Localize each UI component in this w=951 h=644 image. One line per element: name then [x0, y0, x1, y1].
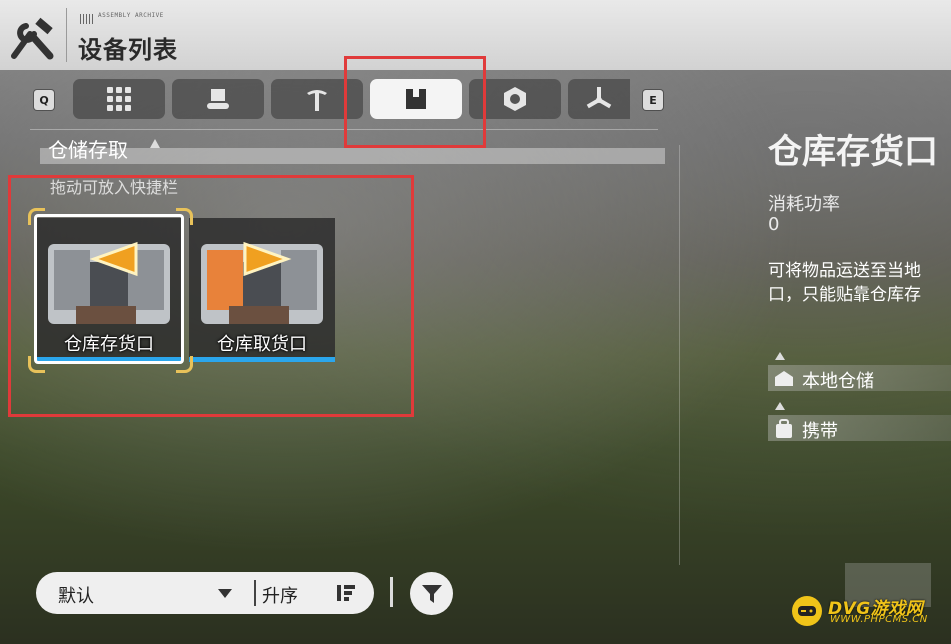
gamepad-logo-icon	[792, 596, 822, 626]
power-value: 0	[768, 214, 780, 235]
backpack-icon	[776, 419, 792, 438]
prev-tab-key[interactable]: Q	[34, 90, 54, 110]
storage-row-label: 本地仓储	[802, 371, 874, 392]
controls-separator	[390, 577, 393, 607]
tab-all[interactable]	[73, 79, 165, 119]
next-tab-key[interactable]: E	[643, 90, 663, 110]
warning-triangle-icon	[775, 352, 785, 360]
filter-button[interactable]	[410, 572, 453, 615]
sort-mode-select[interactable]: 默认	[58, 582, 94, 608]
header-separator	[66, 8, 67, 62]
sort-separator	[254, 580, 256, 606]
watermark-url: WWW.PHPCMS.CN	[830, 614, 928, 625]
carry-row-label: 携带	[802, 421, 838, 442]
chevron-down-icon[interactable]	[218, 589, 232, 598]
detail-title: 仓库存货口	[768, 132, 938, 172]
wrench-hammer-icon	[11, 17, 54, 60]
carry-row	[768, 415, 951, 441]
description-line: 口，只能贴靠仓库存	[768, 285, 921, 305]
hex-nut-icon	[504, 87, 526, 111]
page-title: 设备列表	[78, 36, 178, 64]
warning-triangle-icon	[150, 139, 160, 148]
warning-triangle-icon	[775, 402, 785, 410]
annotation-box-tab	[344, 56, 486, 148]
description-line: 可将物品运送至当地	[768, 261, 921, 281]
power-label: 消耗功率	[768, 194, 840, 215]
header-tag: ASSEMBLY ARCHIVE	[98, 12, 164, 19]
annotation-box-devices	[8, 175, 414, 417]
pickaxe-icon	[307, 90, 327, 111]
filter-icon	[421, 584, 442, 603]
category-title: 仓储存取	[48, 138, 128, 162]
section-header-bar	[40, 148, 665, 164]
warehouse-icon	[775, 371, 793, 386]
fan-icon	[586, 87, 612, 109]
tab-logistics[interactable]	[172, 79, 264, 119]
barcode-icon	[80, 14, 94, 24]
sort-order-icon[interactable]	[335, 582, 357, 604]
conveyor-icon	[207, 89, 229, 109]
tab-power[interactable]	[568, 79, 630, 119]
device-description: 可将物品运送至当地 口，只能贴靠仓库存	[768, 259, 951, 307]
sort-order-toggle[interactable]: 升序	[262, 582, 298, 608]
grid-icon	[107, 87, 131, 111]
panel-divider	[679, 145, 680, 565]
